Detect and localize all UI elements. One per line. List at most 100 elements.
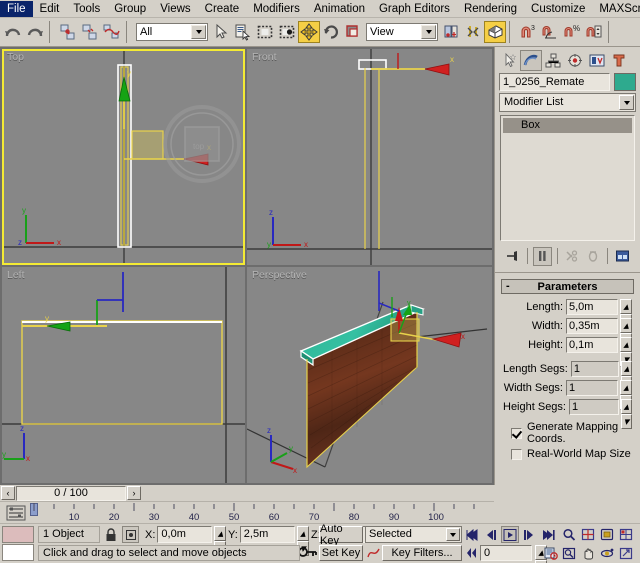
orbit-button[interactable] xyxy=(598,545,616,562)
absolute-relative-transform-toggle-icon[interactable] xyxy=(122,526,139,543)
command-tab-motion[interactable] xyxy=(564,50,586,71)
mini-listener-input[interactable] xyxy=(2,526,34,543)
go-to-end-button[interactable] xyxy=(539,526,557,543)
spinner-snap-icon[interactable] xyxy=(583,21,605,43)
set-key-curve-icon[interactable] xyxy=(366,545,382,561)
command-tab-display[interactable] xyxy=(586,50,608,71)
width-segs-field[interactable]: 1 xyxy=(566,380,618,396)
height-segs-spinner[interactable]: ▴▾ xyxy=(621,399,632,415)
viewport-top[interactable]: x y top y x z Top xyxy=(2,49,245,265)
chevron-down-icon-4[interactable] xyxy=(446,528,460,541)
current-frame-field[interactable]: 0 xyxy=(480,545,532,561)
coordinate-system-combo[interactable]: View xyxy=(366,23,438,41)
menu-item-tools[interactable]: Tools xyxy=(66,1,107,17)
width-segs-spinner[interactable]: ▴▾ xyxy=(620,380,632,396)
menu-item-edit[interactable]: Edit xyxy=(33,1,67,17)
select-and-rotate-icon[interactable] xyxy=(320,21,342,43)
width-field[interactable]: 0,35m xyxy=(566,318,618,334)
snaps-toggle-icon[interactable] xyxy=(484,21,506,43)
x-coordinate-spinner[interactable]: ▴▾ xyxy=(214,526,226,543)
pan-view-button[interactable] xyxy=(579,545,597,562)
key-filters-button[interactable]: Key Filters... xyxy=(382,545,462,561)
select-and-scale-icon[interactable] xyxy=(342,21,364,43)
length-segs-spinner[interactable]: ▴▾ xyxy=(621,361,632,377)
zoom-all-button[interactable] xyxy=(579,526,597,543)
mini-listener-output[interactable] xyxy=(2,544,34,561)
time-ruler[interactable]: 10 20 30 40 50 60 70 80 90 100 xyxy=(30,502,494,523)
time-configuration-icon[interactable] xyxy=(542,545,559,561)
zoom-button[interactable] xyxy=(560,526,578,543)
angle-snap-icon[interactable] xyxy=(539,21,561,43)
length-field[interactable]: 5,0m xyxy=(566,299,618,315)
zoom-extents-button[interactable] xyxy=(598,526,616,543)
frame-display-field[interactable]: 0 / 100 xyxy=(16,486,126,501)
field-of-view-button[interactable] xyxy=(560,545,578,562)
use-center-flyout-icon[interactable] xyxy=(440,21,462,43)
parameters-rollout-header[interactable]: - Parameters xyxy=(501,279,634,294)
viewport-front[interactable]: x z x y Front xyxy=(247,49,492,265)
menu-item-create[interactable]: Create xyxy=(198,1,247,17)
menu-item-views[interactable]: Views xyxy=(153,1,197,17)
x-coordinate-field[interactable]: 0,0m xyxy=(157,526,212,543)
select-and-move-icon[interactable] xyxy=(298,21,320,43)
command-tab-create[interactable] xyxy=(498,50,520,71)
modifier-stack-item-box[interactable]: Box xyxy=(503,118,632,133)
remove-modifier-icon[interactable] xyxy=(583,247,602,266)
previous-frame-arrow[interactable]: ‹ xyxy=(1,486,15,500)
maximize-viewport-toggle-button[interactable] xyxy=(617,545,635,562)
show-end-result-icon[interactable] xyxy=(533,247,552,266)
menu-item-rendering[interactable]: Rendering xyxy=(457,1,524,17)
generate-mapping-coords-checkbox[interactable] xyxy=(511,428,522,439)
auto-key-button[interactable]: Auto Key xyxy=(319,526,363,543)
modifier-list-dropdown[interactable]: Modifier List xyxy=(499,93,636,112)
redo-icon[interactable] xyxy=(24,21,46,43)
select-link-icon[interactable] xyxy=(57,21,79,43)
mirror-icon[interactable] xyxy=(462,21,484,43)
next-frame-button[interactable] xyxy=(520,526,538,543)
selection-filter-combo[interactable]: All xyxy=(136,23,208,41)
width-spinner[interactable]: ▴▾ xyxy=(620,318,632,334)
object-name-field[interactable]: 1_0256_Remate xyxy=(499,73,610,91)
height-segs-field[interactable]: 1 xyxy=(569,399,619,415)
select-object-icon[interactable] xyxy=(210,21,232,43)
percent-snap-icon[interactable]: % xyxy=(561,21,583,43)
modifier-stack-list[interactable]: Box xyxy=(500,115,635,241)
key-mode-time-config-icon[interactable] xyxy=(463,545,479,561)
zoom-extents-all-button[interactable] xyxy=(617,526,635,543)
chevron-down-icon[interactable] xyxy=(191,25,206,39)
menu-item-modifiers[interactable]: Modifiers xyxy=(246,1,307,17)
menu-item-customize[interactable]: Customize xyxy=(524,1,592,17)
chevron-down-icon-3[interactable] xyxy=(619,95,634,110)
unlink-selection-icon[interactable] xyxy=(79,21,101,43)
y-coordinate-field[interactable]: 2,5m xyxy=(240,526,295,543)
command-tab-utilities[interactable] xyxy=(608,50,630,71)
configure-modifier-sets-icon[interactable] xyxy=(613,247,632,266)
menu-item-maxscript[interactable]: MAXScript xyxy=(592,1,640,17)
height-spinner[interactable]: ▴▾ xyxy=(620,337,632,353)
snap-3d-icon[interactable]: 3 xyxy=(517,21,539,43)
play-animation-button[interactable] xyxy=(501,526,519,543)
length-spinner[interactable]: ▴▾ xyxy=(620,299,632,315)
rectangular-selection-region-icon[interactable] xyxy=(254,21,276,43)
menu-item-file[interactable]: File xyxy=(0,1,33,17)
bind-spacewarp-icon[interactable] xyxy=(101,21,123,43)
real-world-map-size-checkbox[interactable] xyxy=(511,449,522,460)
undo-icon[interactable] xyxy=(2,21,24,43)
next-frame-arrow[interactable]: › xyxy=(127,486,141,500)
menu-item-graph-editors[interactable]: Graph Editors xyxy=(372,1,457,17)
window-crossing-icon[interactable] xyxy=(276,21,298,43)
length-segs-field[interactable]: 1 xyxy=(571,361,619,377)
command-tab-hierarchy[interactable] xyxy=(542,50,564,71)
pin-stack-icon[interactable] xyxy=(503,247,522,266)
viewport-left[interactable]: y z y x Left xyxy=(2,267,245,483)
open-mini-curve-editor-icon[interactable] xyxy=(6,505,26,521)
command-tab-modify[interactable] xyxy=(520,50,542,71)
key-mode-selection-combo[interactable]: Selected xyxy=(365,526,462,543)
rollout-collapse-icon[interactable]: - xyxy=(506,280,510,292)
track-bar[interactable]: 10 20 30 40 50 60 70 80 90 100 xyxy=(0,501,494,523)
set-key-button[interactable]: Set Key xyxy=(319,545,363,561)
menu-item-animation[interactable]: Animation xyxy=(307,1,372,17)
chevron-down-icon-2[interactable] xyxy=(421,25,436,39)
previous-frame-button[interactable] xyxy=(482,526,500,543)
select-by-name-icon[interactable] xyxy=(232,21,254,43)
